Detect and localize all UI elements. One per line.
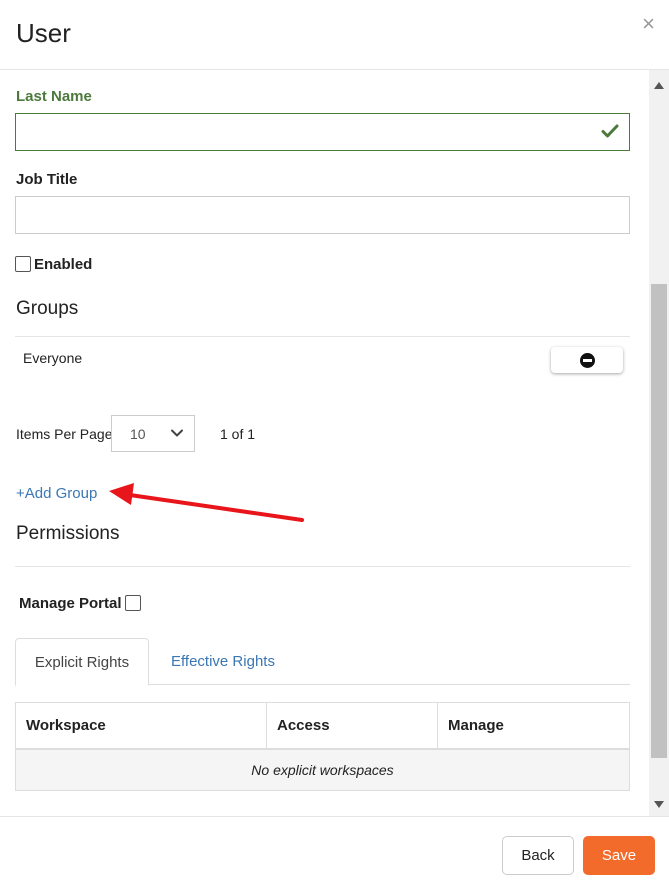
- close-icon[interactable]: ×: [642, 12, 655, 36]
- workspaces-table: Workspace Access Manage No explicit work…: [15, 702, 630, 791]
- scroll-up-icon[interactable]: [654, 82, 664, 89]
- manage-portal-label: Manage Portal: [19, 594, 122, 612]
- scrollbar[interactable]: [649, 70, 669, 816]
- scroll-down-icon[interactable]: [654, 801, 664, 808]
- back-button[interactable]: Back: [502, 836, 574, 875]
- dialog-title: User: [16, 18, 71, 48]
- dialog-body: Last Name Job Title Enabled Groups Every…: [0, 70, 669, 816]
- tab-explicit-rights[interactable]: Explicit Rights: [15, 638, 149, 686]
- scrollbar-thumb[interactable]: [651, 284, 667, 758]
- dialog-header: User ×: [0, 0, 669, 70]
- table-empty-message: No explicit workspaces: [16, 750, 629, 790]
- manage-portal-checkbox[interactable]: [124, 595, 141, 611]
- table-header: Workspace Access Manage: [16, 703, 629, 750]
- column-workspace[interactable]: Workspace: [16, 703, 267, 748]
- save-button[interactable]: Save: [583, 836, 655, 875]
- rights-tabs: Explicit Rights Effective Rights: [15, 638, 630, 686]
- permissions-title: Permissions: [16, 523, 120, 544]
- column-access[interactable]: Access: [267, 703, 438, 748]
- manage-portal-row: Manage Portal: [19, 594, 141, 612]
- tab-effective-rights[interactable]: Effective Rights: [153, 638, 293, 685]
- column-manage[interactable]: Manage: [438, 703, 629, 748]
- dialog-footer: Back Save: [0, 816, 669, 884]
- user-dialog: User × Last Name Job Title Enabled Group…: [0, 0, 669, 884]
- permissions-divider: [15, 566, 630, 567]
